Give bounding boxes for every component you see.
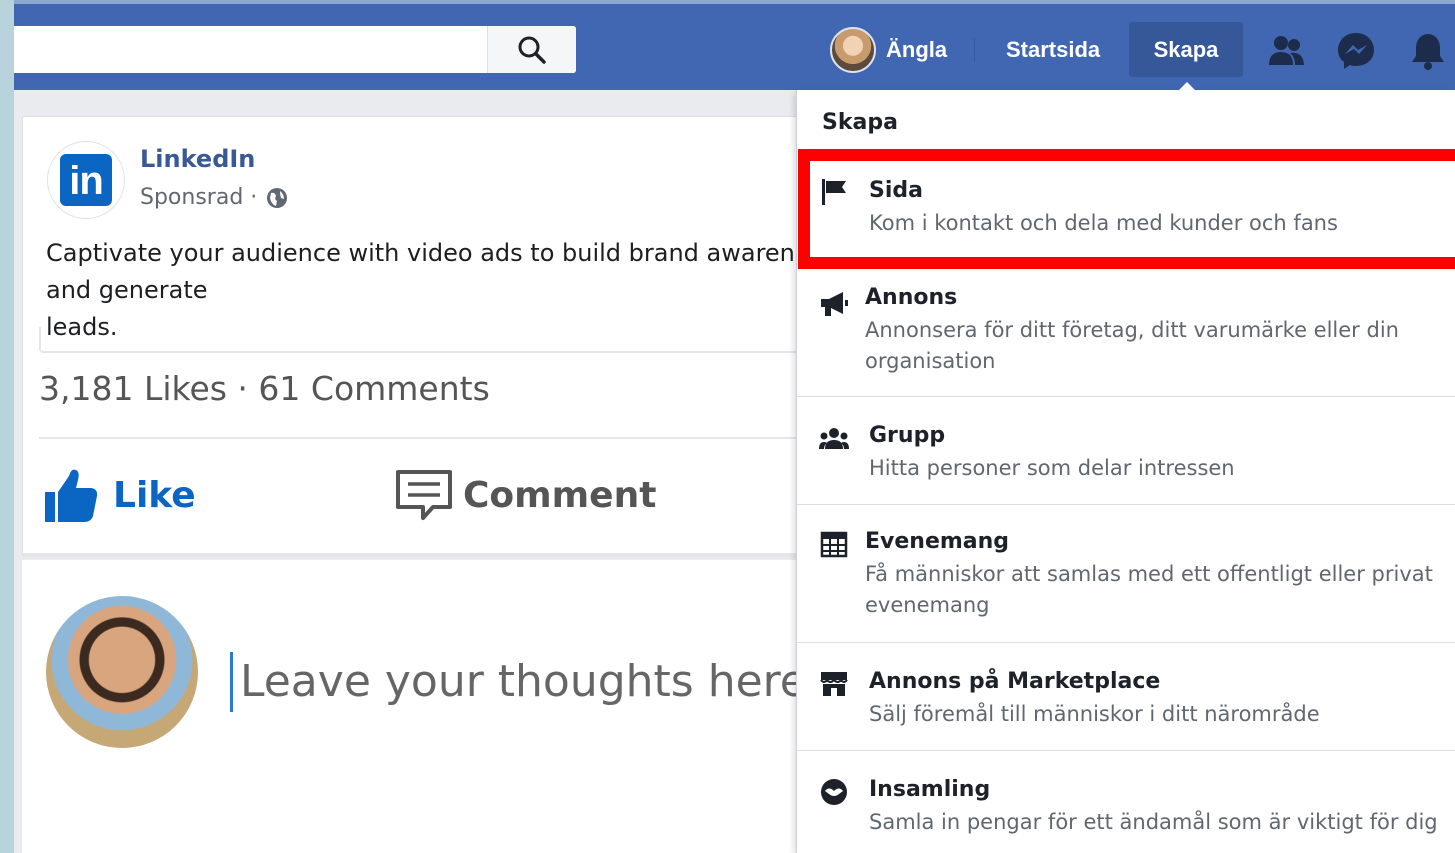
engagement-stats[interactable]: 3,181 Likes · 61 Comments	[39, 369, 490, 408]
menu-item-description: Hitta personer som delar intressen	[869, 456, 1235, 480]
menu-item-group[interactable]: Grupp Hitta personer som delar intressen	[797, 396, 1455, 504]
notifications-icon[interactable]	[1408, 31, 1448, 71]
messenger-icon[interactable]	[1336, 31, 1376, 71]
menu-item-title: Evenemang	[865, 529, 1010, 554]
menu-item-event[interactable]: Evenemang Få människor att samlas med et…	[797, 504, 1455, 642]
friends-icon[interactable]	[1266, 31, 1306, 71]
thumbs-up-icon	[45, 469, 98, 522]
menu-item-title: Insamling	[869, 777, 991, 802]
comment-button[interactable]: Comment	[395, 465, 656, 525]
comment-icon	[396, 470, 452, 520]
search-icon	[518, 36, 546, 64]
menu-item-page[interactable]: Sida Kom i kontakt och dela med kunder o…	[797, 162, 1455, 268]
menu-item-title: Annons på Marketplace	[869, 669, 1161, 694]
menu-item-description: Få människor att samlas med ett offentli…	[865, 562, 1433, 617]
menu-item-description: Samla in pengar för ett ändamål som är v…	[869, 810, 1438, 834]
menu-item-fundraiser[interactable]: Insamling Samla in pengar för ett ändamå…	[797, 750, 1455, 853]
comment-input[interactable]	[240, 646, 820, 716]
commenter-avatar	[46, 596, 198, 748]
home-link[interactable]: Startsida	[982, 22, 1124, 77]
menu-item-ad[interactable]: Annons Annonsera för ditt företag, ditt …	[797, 268, 1455, 396]
top-navigation-bar: Ängla Startsida Skapa	[14, 0, 1455, 94]
create-dropdown-menu: Skapa Sida Kom i kontakt och dela med ku…	[796, 90, 1455, 853]
text-cursor	[230, 652, 233, 712]
browser-frame: Ängla Startsida Skapa in LinkedIn Sponsr…	[14, 0, 1455, 853]
embedded-media-edge	[39, 327, 809, 353]
profile-link[interactable]: Ängla	[830, 26, 947, 73]
menu-item-description: Annonsera för ditt företag, ditt varumär…	[865, 318, 1399, 373]
create-button[interactable]: Skapa	[1129, 22, 1243, 77]
globe-icon	[267, 187, 288, 208]
advertiser-name[interactable]: LinkedIn	[140, 145, 255, 173]
search-button[interactable]	[487, 26, 576, 73]
comment-label: Comment	[463, 474, 657, 516]
divider	[39, 437, 809, 439]
like-button[interactable]: Like	[43, 465, 196, 525]
card-divider	[23, 553, 823, 557]
menu-item-description: Kom i kontakt och dela med kunder och fa…	[869, 211, 1338, 235]
fundraiser-icon	[821, 779, 847, 805]
sponsored-text: Sponsrad ·	[140, 185, 258, 210]
sponsored-post: in LinkedIn Sponsrad · Captivate your au…	[22, 116, 835, 557]
linkedin-logo[interactable]: in	[47, 141, 125, 219]
menu-item-title: Sida	[869, 178, 923, 203]
group-icon	[819, 428, 849, 449]
user-avatar	[830, 26, 876, 73]
calendar-icon	[820, 531, 848, 558]
menu-item-title: Grupp	[869, 423, 946, 448]
menu-item-description: Sälj föremål till människor i ditt närom…	[869, 702, 1320, 726]
comment-composer	[22, 560, 822, 853]
like-label: Like	[113, 474, 196, 516]
megaphone-icon	[821, 292, 848, 316]
menu-item-title: Annons	[865, 285, 958, 310]
search-bar[interactable]	[14, 26, 576, 73]
linkedin-icon: in	[60, 154, 112, 206]
nav-divider	[974, 38, 975, 62]
menu-item-marketplace-ad[interactable]: Annons på Marketplace Sälj föremål till …	[797, 642, 1455, 750]
sponsored-label: Sponsrad ·	[140, 185, 289, 210]
flag-icon	[822, 179, 846, 205]
user-name: Ängla	[886, 36, 948, 62]
dropdown-header: Skapa	[822, 110, 898, 135]
shop-icon	[820, 672, 848, 696]
